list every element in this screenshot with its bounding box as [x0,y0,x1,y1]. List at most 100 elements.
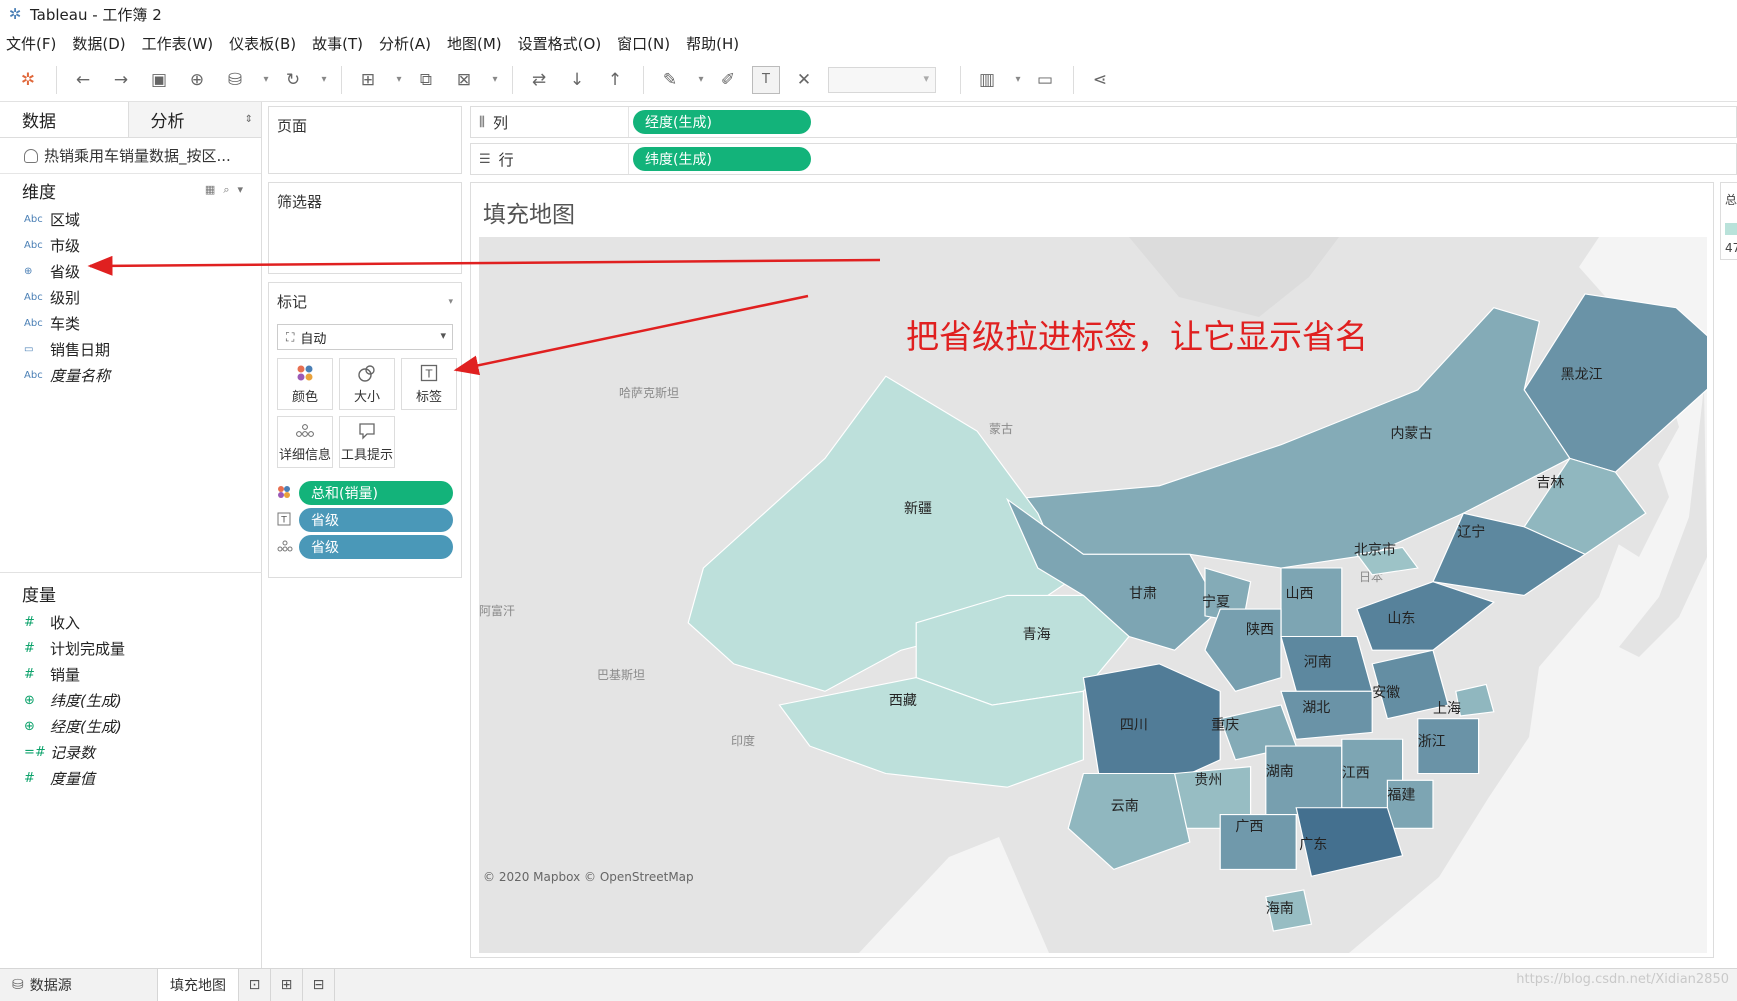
field-type-icon: Abc [24,369,43,381]
province-label-pill[interactable]: 省级 [299,508,453,532]
dimension-field[interactable]: Abc 市级 [0,232,261,258]
dimension-field[interactable]: Abc 区域 [0,206,261,232]
fit-combo[interactable] [828,66,936,93]
datasource-item[interactable]: 热销乘用车销量数据_按区... [0,138,261,174]
province-detail-pill[interactable]: 省级 [299,535,453,559]
new-worksheet-icon[interactable]: ⊡ [239,968,271,1001]
menu-story[interactable]: 故事(T) [312,33,363,54]
redo-icon[interactable]: → [107,66,135,94]
menu-map[interactable]: 地图(M) [447,33,502,54]
pause-updates-icon[interactable]: ⛁ [221,66,249,94]
field-type-icon: Abc [24,291,43,303]
tooltip-button[interactable]: 工具提示 [339,416,395,468]
measure-field[interactable]: # 收入 [0,609,262,635]
latitude-pill[interactable]: 纬度(生成) [633,147,811,171]
sum-sales-pill[interactable]: 总和(销量) [299,481,453,505]
columns-title: 列 [492,113,508,132]
show-cards-icon[interactable]: ▥ [973,66,1001,94]
sheet-title[interactable]: 填充地图 [483,195,575,229]
mark-type-value: 自动 [300,331,327,347]
field-label: 省级 [50,262,81,281]
tab-data[interactable]: 数据 [0,102,128,137]
swap-icon[interactable]: ⇄ [525,66,553,94]
chevron-down-icon[interactable]: ▾ [317,66,331,94]
chevron-down-icon[interactable]: ▾ [448,297,453,307]
detail-button[interactable]: 详细信息 [277,416,333,468]
pages-shelf[interactable]: 页面 [268,106,462,174]
menu-file[interactable]: 文件(F) [6,33,56,54]
pin-icon[interactable]: ✐ [714,66,742,94]
menu-window[interactable]: 窗口(N) [617,33,670,54]
chevron-down-icon[interactable]: ▾ [488,66,502,94]
save-icon[interactable]: ▣ [145,66,173,94]
datasource-tab[interactable]: ⛁ 数据源 [0,968,158,1001]
color-legend[interactable]: 总 47 [1720,182,1737,260]
marks-card: 标记 ▾ ⛶ 自动 颜色 大小 T 标签 详细信息 [268,282,462,578]
field-type-icon: ⊕ [24,692,35,708]
sort-descending-icon[interactable]: ↑ [601,66,629,94]
refresh-icon[interactable]: ↻ [279,66,307,94]
measure-field[interactable]: ⊕ 经度(生成) [0,713,262,739]
dimension-field[interactable]: Abc 车类 [0,310,261,336]
rows-shelf[interactable]: ☰ 行 纬度(生成) [470,143,1737,175]
color-button[interactable]: 颜色 [277,358,333,410]
menu-format[interactable]: 设置格式(O) [518,33,602,54]
show-labels-icon[interactable]: T [752,65,780,94]
dimension-field[interactable]: Abc 度量名称 [0,362,261,388]
measure-field[interactable]: ⊕ 纬度(生成) [0,687,262,713]
chevron-down-icon[interactable]: ▾ [392,66,406,94]
sheet-tab[interactable]: 填充地图 [158,968,239,1001]
province-label: 上海 [1433,701,1461,717]
rows-shelf-label: ☰ 行 [471,144,629,174]
share-icon[interactable]: ⋖ [1086,66,1114,94]
menu-help[interactable]: 帮助(H) [686,33,739,54]
measure-field[interactable]: # 计划完成量 [0,635,262,661]
dimension-field[interactable]: ▭ 销售日期 [0,336,261,362]
undo-icon[interactable]: ← [69,66,97,94]
mark-type-dropdown[interactable]: ⛶ 自动 [277,324,453,350]
background-country-label: 巴基斯坦 [597,668,645,682]
dimension-header-icons[interactable]: ▦⌕▾ [205,183,251,197]
new-worksheet-icon[interactable]: ⊞ [354,66,382,94]
clear-sheet-icon[interactable]: ⊠ [450,66,478,94]
new-story-icon[interactable]: ⊟ [303,968,335,1001]
fix-axes-icon[interactable]: ✕ [790,66,818,94]
field-type-icon: Abc [24,317,43,329]
sort-ascending-icon[interactable]: ↓ [563,66,591,94]
menu-analysis[interactable]: 分析(A) [379,33,431,54]
dimension-list: Abc 区域 Abc 市级 ⊕ 省级 Abc 级别 Abc 车类 ▭ 销售日期 Abc 度量名称 [0,206,261,388]
province-region[interactable] [1280,567,1343,638]
chevron-down-icon[interactable]: ▾ [1011,66,1025,94]
dimension-field[interactable]: Abc 级别 [0,284,261,310]
field-label: 区域 [50,210,81,229]
size-button[interactable]: 大小 [339,358,395,410]
presentation-icon[interactable]: ▭ [1031,66,1059,94]
filters-shelf[interactable]: 筛选器 [268,182,462,274]
measure-field[interactable]: # 销量 [0,661,262,687]
menu-dashboard[interactable]: 仪表板(B) [229,33,296,54]
chevron-down-icon[interactable]: ▾ [694,66,708,94]
province-label: 陕西 [1246,622,1274,638]
field-type-icon: # [24,614,35,630]
chevron-down-icon[interactable]: ▾ [259,66,273,94]
tableau-home-icon[interactable]: ✲ [14,66,42,94]
new-datasource-icon[interactable]: ⊕ [183,66,211,94]
province-region[interactable] [1265,745,1343,816]
menu-data[interactable]: 数据(D) [72,33,125,54]
province-label: 湖北 [1302,700,1330,716]
label-button[interactable]: T 标签 [401,358,457,410]
field-type-icon: # [24,640,35,656]
longitude-pill[interactable]: 经度(生成) [633,110,811,134]
toolbar: ✲ ← → ▣ ⊕ ⛁ ▾ ↻ ▾ ⊞ ▾ ⧉ ⊠ ▾ ⇄ ↓ ↑ ✎ ▾ ✐ … [0,58,1737,102]
new-dashboard-icon[interactable]: ⊞ [271,968,303,1001]
duplicate-icon[interactable]: ⧉ [412,66,440,94]
province-region[interactable] [1082,663,1221,788]
measure-field[interactable]: # 度量值 [0,765,262,791]
tab-analysis[interactable]: 分析 ⇕ [127,102,261,137]
dimension-field[interactable]: ⊕ 省级 [0,258,261,284]
measures-title: 度量 [22,585,56,606]
highlight-icon[interactable]: ✎ [656,66,684,94]
menu-worksheet[interactable]: 工作表(W) [142,33,214,54]
measure-field[interactable]: =# 记录数 [0,739,262,765]
columns-shelf[interactable]: ⫼ 列 经度(生成) [470,106,1737,138]
